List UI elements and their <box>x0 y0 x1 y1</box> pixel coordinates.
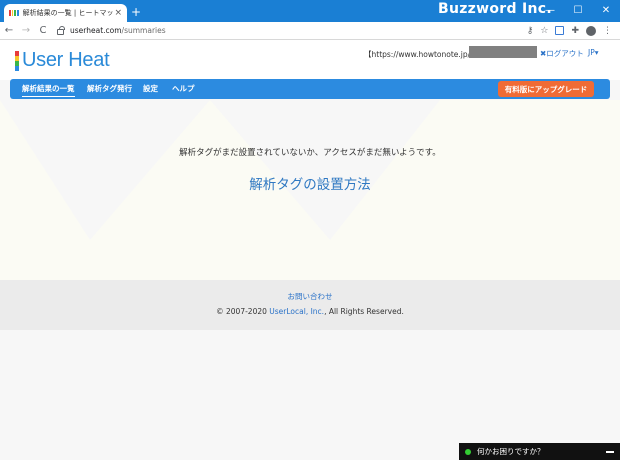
contact-link[interactable]: お問い合わせ <box>0 291 620 302</box>
window-controls: — ☐ ✕ <box>536 0 620 20</box>
lock-icon <box>57 25 65 35</box>
main-navbar: 解析結果の一覧 解析タグ発行 設定 ヘルプ 有料版にアップグレード <box>10 79 610 99</box>
language-selector[interactable]: JP▾ <box>588 48 599 57</box>
key-icon[interactable]: ⚷ <box>527 26 534 36</box>
toolbar-icons: ⚷ ☆ ✚ ⋮ <box>527 25 612 36</box>
userheat-favicon-icon <box>9 10 19 16</box>
minimize-chat-icon[interactable] <box>606 450 614 453</box>
site-footer: お問い合わせ © 2007-2020 UserLocal, Inc., All … <box>0 280 620 330</box>
no-data-message: 解析タグがまだ設置されていないか、アクセスがまだ無いようです。 <box>179 148 441 158</box>
chat-widget[interactable]: 何かお困りですか？ <box>459 443 620 460</box>
close-window-button[interactable]: ✕ <box>592 0 620 20</box>
nav-item-issue-tag[interactable]: 解析タグ発行 <box>87 83 132 94</box>
menu-icon[interactable]: ⋮ <box>603 26 612 36</box>
logo-text: User Heat <box>22 49 110 71</box>
redacted-account <box>469 46 537 58</box>
back-button[interactable]: ← <box>1 25 17 36</box>
chat-label: 何かお困りですか？ <box>477 447 545 456</box>
url-text: userheat.com/summaries <box>70 26 166 35</box>
tag-setup-link[interactable]: 解析タグの設置方法 <box>0 173 620 193</box>
forward-button[interactable]: → <box>18 25 34 36</box>
star-icon[interactable]: ☆ <box>540 26 548 36</box>
nav-item-help[interactable]: ヘルプ <box>172 83 195 94</box>
online-status-icon <box>465 448 471 455</box>
copyright: © 2007-2020 UserLocal, Inc., All Rights … <box>216 307 404 316</box>
site-header: User Heat 【https://www.howtonote.jp/】 ✖ロ… <box>0 40 620 80</box>
minimize-button[interactable]: — <box>536 0 564 20</box>
upgrade-button[interactable]: 有料版にアップグレード <box>498 81 594 97</box>
company-link[interactable]: UserLocal, Inc. <box>269 307 324 316</box>
userheat-logo[interactable]: User Heat <box>15 49 110 72</box>
logo-heat-bar-icon <box>15 50 19 71</box>
profile-icon[interactable] <box>586 25 596 36</box>
page: User Heat 【https://www.howtonote.jp/】 ✖ロ… <box>0 40 620 460</box>
registered-site-url: 【https://www.howtonote.jp/】 <box>364 50 478 59</box>
address-bar[interactable]: userheat.com/summaries <box>57 25 166 35</box>
logout-link[interactable]: ✖ログアウト <box>540 48 584 59</box>
reload-button[interactable]: C <box>35 25 51 36</box>
watermark: Buzzword Inc. <box>438 1 552 17</box>
browser-toolbar: ← → C userheat.com/summaries ⚷ ☆ ✚ ⋮ <box>0 22 620 40</box>
nav-item-summaries[interactable]: 解析結果の一覧 <box>22 83 75 97</box>
extension-icon[interactable] <box>555 26 565 35</box>
tab-title: 解析結果の一覧 | ヒートマップ解析ツ <box>22 9 115 17</box>
maximize-button[interactable]: ☐ <box>564 0 592 20</box>
new-tab-button[interactable]: + <box>131 5 141 19</box>
tab-close-icon[interactable]: × <box>114 8 122 18</box>
nav-item-settings[interactable]: 設定 <box>143 83 158 94</box>
browser-tab[interactable]: 解析結果の一覧 | ヒートマップ解析ツ × <box>4 4 127 22</box>
browser-titlebar: 解析結果の一覧 | ヒートマップ解析ツ × + Buzzword Inc. — … <box>0 0 620 22</box>
puzzle-icon[interactable]: ✚ <box>571 26 579 36</box>
